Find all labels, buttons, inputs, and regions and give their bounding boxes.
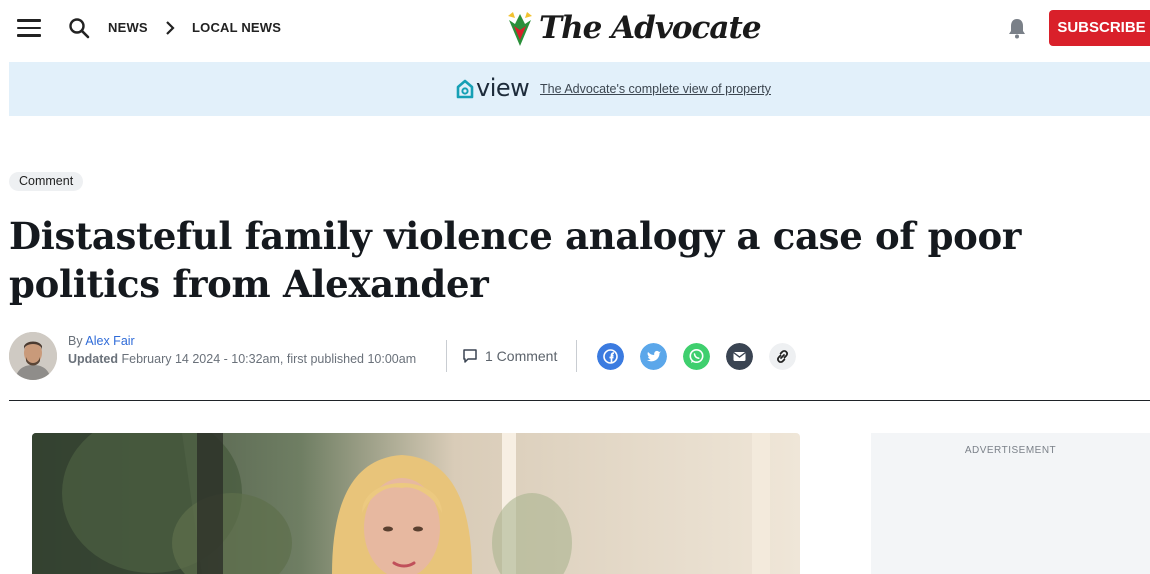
promo-banner: view The Advocate's complete view of pro… [9,62,1150,116]
facebook-icon[interactable] [597,343,624,370]
updated-text: February 14 2024 - 10:32am, first publis… [121,352,417,366]
chevron-right-icon [166,21,175,35]
author-photo [9,332,57,380]
updated-label: Updated [68,352,118,366]
link-icon[interactable] [769,343,796,370]
logo-emblem-icon [508,12,532,46]
author-link[interactable]: Alex Fair [85,334,134,348]
article-headline: Distasteful family violence analogy a ca… [9,214,1022,306]
article-hero-image[interactable] [32,433,800,574]
view-wordmark: view [476,74,530,102]
comments-count: 1 Comment [485,348,558,364]
whatsapp-icon[interactable] [683,343,710,370]
meta-divider [576,340,577,372]
breadcrumb-local-news[interactable]: LOCAL NEWS [192,20,281,35]
meta-divider [446,340,447,372]
article-byline: By Alex Fair [68,334,135,348]
email-icon[interactable] [726,343,753,370]
breadcrumb-news[interactable]: NEWS [108,20,148,35]
article-timestamp: Updated February 14 2024 - 10:32am, firs… [68,352,416,366]
site-header: NEWS LOCAL NEWS The Advocate SUBSCRIBE [0,0,1150,58]
author-avatar[interactable] [9,332,57,380]
advertisement-slot[interactable]: ADVERTISEMENT [871,433,1150,574]
property-view-link[interactable]: The Advocate's complete view of property [540,82,771,96]
subscribe-button[interactable]: SUBSCRIBE [1049,10,1150,46]
site-logo[interactable]: The Advocate [505,8,762,50]
byline-prefix: By [68,334,83,348]
menu-icon[interactable] [17,19,41,37]
hero-photo [32,433,800,574]
logo-wordmark: The Advocate [539,10,762,46]
meta-separator-rule [9,400,1150,401]
bell-icon[interactable] [1007,17,1027,39]
view-house-icon [456,79,474,99]
twitter-icon[interactable] [640,343,667,370]
advertisement-label: ADVERTISEMENT [964,445,1057,456]
view-logo[interactable]: view [456,74,536,102]
search-icon[interactable] [68,17,90,39]
article-category-tag[interactable]: Comment [9,172,84,191]
comment-icon [463,349,477,363]
